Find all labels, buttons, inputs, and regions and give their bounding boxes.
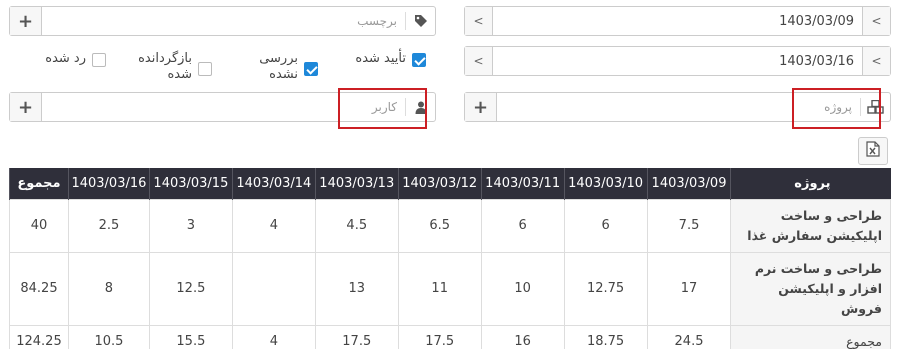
header-date: 1403/03/10 <box>563 168 648 199</box>
hours-cell: 6 <box>480 198 565 253</box>
hours-cell: 4 <box>231 198 316 253</box>
table-row: طراحی و ساخت نرم افزار و اپلیکیشن فروش 1… <box>9 251 891 326</box>
hours-cell: 2.5 <box>67 198 150 253</box>
grand-total-cell: 124.25 <box>9 324 69 349</box>
status-label: بررسی نشده <box>259 51 298 82</box>
chevron-left-icon: < <box>871 14 882 28</box>
checkbox-unchecked[interactable] <box>198 62 212 76</box>
status-rejected-checkbox[interactable]: رد شده <box>45 51 106 67</box>
project-name-cell: طراحی و ساخت نرم افزار و اپلیکیشن فروش <box>730 251 891 326</box>
checkbox-checked[interactable] <box>304 62 318 76</box>
chevron-left-icon: < <box>871 54 882 68</box>
header-date: 1403/03/16 <box>67 168 150 199</box>
total-cell: 24.5 <box>646 324 732 349</box>
date-from-group: < < <box>464 6 891 36</box>
hours-cell: 3 <box>148 198 233 253</box>
plus-icon: + <box>472 96 489 118</box>
tag-field-group: + برچسب <box>9 6 436 36</box>
checkbox-unchecked[interactable] <box>92 53 106 67</box>
add-tag-button[interactable]: + <box>10 7 42 35</box>
date-to-prev-button[interactable]: < <box>465 47 493 75</box>
tag-input[interactable] <box>42 7 350 35</box>
total-cell: 15.5 <box>148 324 233 349</box>
status-not-reviewed-checkbox[interactable]: بررسی نشده <box>259 51 318 83</box>
hours-cell: 4.5 <box>314 198 399 253</box>
total-cell: 18.75 <box>563 324 648 349</box>
row-total-cell: 84.25 <box>9 251 69 326</box>
header-date: 1403/03/09 <box>646 168 731 199</box>
header-date: 1403/03/14 <box>231 168 316 199</box>
table-row: طراحی و ساخت اپلیکیشن سفارش غذا 7.5 6 6 … <box>9 198 891 253</box>
user-field-highlight <box>338 88 427 129</box>
export-excel-button[interactable] <box>858 137 888 165</box>
hours-cell: 13 <box>314 251 399 326</box>
chevron-left-icon: < <box>473 54 484 68</box>
project-input[interactable] <box>497 93 817 121</box>
date-from-input[interactable] <box>493 7 862 35</box>
tag-placeholder: برچسب <box>357 14 397 28</box>
table-header-row: پروژه 1403/03/09 1403/03/10 1403/03/11 1… <box>9 168 891 199</box>
project-name-cell: طراحی و ساخت اپلیکیشن سفارش غذا <box>730 198 891 253</box>
date-prev-button[interactable]: < <box>465 7 493 35</box>
row-total-cell: 40 <box>9 198 69 253</box>
status-returned-checkbox[interactable]: بازگردانده شده <box>134 51 212 83</box>
plus-icon: + <box>17 10 34 32</box>
hours-cell: 6 <box>563 198 648 253</box>
total-cell: 17.5 <box>397 324 482 349</box>
project-field-highlight <box>792 88 881 129</box>
hours-cell: 17 <box>646 251 732 326</box>
table-total-row: مجموع 24.5 18.75 16 17.5 17.5 4 15.5 10.… <box>9 324 891 349</box>
hours-cell: 6.5 <box>397 198 482 253</box>
hours-cell: 10 <box>480 251 565 326</box>
status-label: تأیید شده <box>355 51 406 66</box>
date-to-next-button[interactable]: < <box>862 47 890 75</box>
user-input[interactable] <box>42 93 364 121</box>
header-date: 1403/03/15 <box>148 168 233 199</box>
excel-icon <box>866 141 880 161</box>
chevron-left-icon: < <box>473 14 484 28</box>
total-cell: 17.5 <box>314 324 399 349</box>
header-date: 1403/03/13 <box>314 168 399 199</box>
date-to-input[interactable] <box>493 47 862 75</box>
total-cell: 10.5 <box>67 324 150 349</box>
status-label: بازگردانده شده <box>138 51 192 82</box>
header-date: 1403/03/12 <box>397 168 482 199</box>
total-cell: 4 <box>231 324 316 349</box>
date-to-group: < < <box>464 46 891 76</box>
hours-cell <box>231 251 316 326</box>
hours-cell: 7.5 <box>646 198 732 253</box>
add-project-button[interactable]: + <box>465 93 497 121</box>
total-cell: 16 <box>480 324 565 349</box>
report-table: پروژه 1403/03/09 1403/03/10 1403/03/11 1… <box>9 168 891 349</box>
plus-icon: + <box>17 96 34 118</box>
hours-cell: 12.75 <box>563 251 648 326</box>
hours-cell: 11 <box>397 251 482 326</box>
header-total: مجموع <box>9 168 69 199</box>
header-project: پروژه <box>730 168 891 199</box>
tag-icon <box>405 12 435 30</box>
checkbox-checked[interactable] <box>412 53 426 67</box>
add-user-button[interactable]: + <box>10 93 42 121</box>
hours-cell: 12.5 <box>148 251 233 326</box>
hours-cell: 8 <box>67 251 150 326</box>
status-approved-checkbox[interactable]: تأیید شده <box>355 51 426 67</box>
date-next-button[interactable]: < <box>862 7 890 35</box>
status-label: رد شده <box>45 51 86 66</box>
header-date: 1403/03/11 <box>480 168 565 199</box>
total-label-cell: مجموع <box>730 324 891 349</box>
